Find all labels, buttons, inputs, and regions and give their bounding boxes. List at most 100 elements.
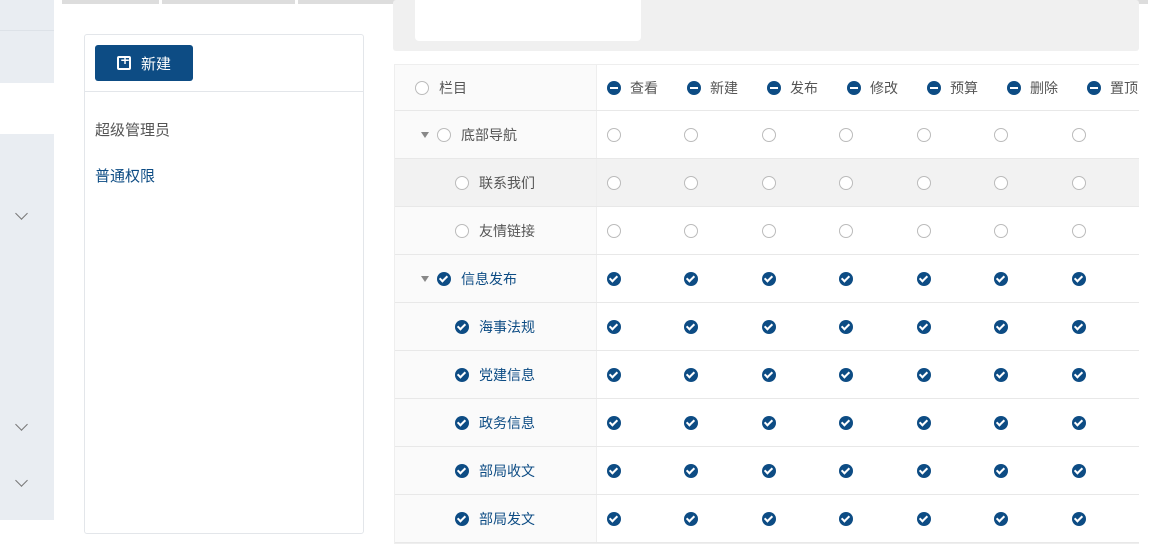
perm-header[interactable]: 修改	[837, 65, 917, 110]
role-item[interactable]: 超级管理员	[95, 119, 170, 140]
perm-header[interactable]: 置顶	[1077, 65, 1149, 110]
perm-checkbox[interactable]	[994, 367, 1009, 382]
row-checkbox[interactable]	[455, 223, 469, 238]
perm-checkbox[interactable]	[684, 127, 699, 142]
perm-checkbox[interactable]	[994, 175, 1009, 190]
select-all-radio[interactable]	[415, 80, 429, 95]
perm-checkbox[interactable]	[994, 127, 1009, 142]
perm-checkbox[interactable]	[994, 463, 1009, 478]
perm-checkbox[interactable]	[1071, 463, 1086, 478]
perm-checkbox[interactable]	[761, 271, 776, 286]
row-checkbox[interactable]	[455, 319, 469, 334]
perm-checkbox[interactable]	[1071, 319, 1086, 334]
perm-checkbox[interactable]	[607, 319, 621, 334]
perm-checkbox[interactable]	[839, 127, 854, 142]
perm-checkbox[interactable]	[839, 271, 854, 286]
row-checkbox[interactable]	[455, 367, 469, 382]
perm-checkbox[interactable]	[1071, 511, 1086, 526]
row-checkbox[interactable]	[455, 175, 469, 190]
chevron-down-icon[interactable]	[15, 474, 28, 487]
perm-checkbox[interactable]	[607, 175, 621, 190]
perm-header[interactable]: 发布	[757, 65, 837, 110]
perm-checkbox[interactable]	[607, 367, 621, 382]
nav-item-active[interactable]	[0, 83, 54, 134]
row-checkbox[interactable]	[437, 127, 451, 142]
perm-checkbox[interactable]	[1071, 127, 1086, 142]
perm-checkbox[interactable]	[1071, 223, 1086, 238]
perm-checkbox[interactable]	[994, 271, 1009, 286]
chevron-down-icon[interactable]	[15, 207, 28, 220]
perm-checkbox[interactable]	[839, 319, 854, 334]
indeterminate-checkbox-icon[interactable]	[607, 80, 621, 95]
expand-triangle-icon[interactable]	[421, 275, 429, 282]
perm-checkbox[interactable]	[994, 223, 1009, 238]
nav-item[interactable]	[0, 0, 54, 30]
perm-checkbox[interactable]	[684, 415, 699, 430]
perm-checkbox[interactable]	[607, 223, 621, 238]
perm-header[interactable]: 新建	[677, 65, 757, 110]
perm-checkbox[interactable]	[684, 319, 699, 334]
row-checkbox[interactable]	[455, 463, 469, 478]
search-input[interactable]	[415, 0, 641, 41]
perm-checkbox[interactable]	[1071, 367, 1086, 382]
new-role-button[interactable]: 新建	[95, 45, 193, 81]
perm-checkbox[interactable]	[839, 367, 854, 382]
perm-header[interactable]: 删除	[997, 65, 1077, 110]
perm-checkbox[interactable]	[994, 415, 1009, 430]
perm-checkbox[interactable]	[684, 367, 699, 382]
perm-checkbox[interactable]	[607, 127, 621, 142]
perm-checkbox[interactable]	[761, 511, 776, 526]
perm-checkbox[interactable]	[1071, 271, 1086, 286]
indeterminate-checkbox-icon[interactable]	[847, 80, 861, 95]
indeterminate-checkbox-icon[interactable]	[927, 80, 941, 95]
perm-checkbox[interactable]	[684, 463, 699, 478]
perm-checkbox[interactable]	[607, 511, 621, 526]
perm-checkbox[interactable]	[916, 511, 931, 526]
perm-checkbox[interactable]	[761, 127, 776, 142]
perm-checkbox[interactable]	[761, 319, 776, 334]
perm-checkbox[interactable]	[916, 415, 931, 430]
perm-checkbox[interactable]	[839, 463, 854, 478]
perm-checkbox[interactable]	[684, 223, 699, 238]
perm-checkbox[interactable]	[684, 271, 699, 286]
perm-checkbox[interactable]	[1071, 415, 1086, 430]
perm-checkbox[interactable]	[1071, 175, 1086, 190]
indeterminate-checkbox-icon[interactable]	[767, 80, 781, 95]
perm-header[interactable]: 预算	[917, 65, 997, 110]
row-checkbox[interactable]	[437, 271, 451, 286]
perm-checkbox[interactable]	[994, 319, 1009, 334]
perm-checkbox[interactable]	[607, 463, 621, 478]
chevron-down-icon[interactable]	[15, 418, 28, 431]
perm-checkbox[interactable]	[761, 415, 776, 430]
perm-checkbox[interactable]	[761, 223, 776, 238]
tab[interactable]	[62, 0, 159, 4]
perm-checkbox[interactable]	[607, 271, 621, 286]
perm-checkbox[interactable]	[916, 319, 931, 334]
perm-checkbox[interactable]	[839, 175, 854, 190]
perm-checkbox[interactable]	[916, 223, 931, 238]
tab[interactable]	[162, 0, 295, 4]
perm-checkbox[interactable]	[916, 271, 931, 286]
role-item-selected[interactable]: 普通权限	[95, 165, 155, 186]
perm-checkbox[interactable]	[916, 127, 931, 142]
perm-checkbox[interactable]	[839, 415, 854, 430]
indeterminate-checkbox-icon[interactable]	[1007, 80, 1021, 95]
perm-checkbox[interactable]	[994, 511, 1009, 526]
perm-checkbox[interactable]	[916, 463, 931, 478]
perm-checkbox[interactable]	[916, 367, 931, 382]
expand-triangle-icon[interactable]	[421, 131, 429, 138]
perm-checkbox[interactable]	[916, 175, 931, 190]
perm-checkbox[interactable]	[839, 223, 854, 238]
row-checkbox[interactable]	[455, 415, 469, 430]
indeterminate-checkbox-icon[interactable]	[687, 80, 701, 95]
perm-checkbox[interactable]	[684, 175, 699, 190]
perm-checkbox[interactable]	[761, 463, 776, 478]
row-checkbox[interactable]	[455, 511, 469, 526]
perm-checkbox[interactable]	[839, 511, 854, 526]
perm-checkbox[interactable]	[684, 511, 699, 526]
perm-header[interactable]: 查看	[597, 65, 677, 110]
indeterminate-checkbox-icon[interactable]	[1087, 80, 1101, 95]
perm-checkbox[interactable]	[607, 415, 621, 430]
perm-checkbox[interactable]	[761, 175, 776, 190]
nav-item[interactable]	[0, 30, 54, 83]
